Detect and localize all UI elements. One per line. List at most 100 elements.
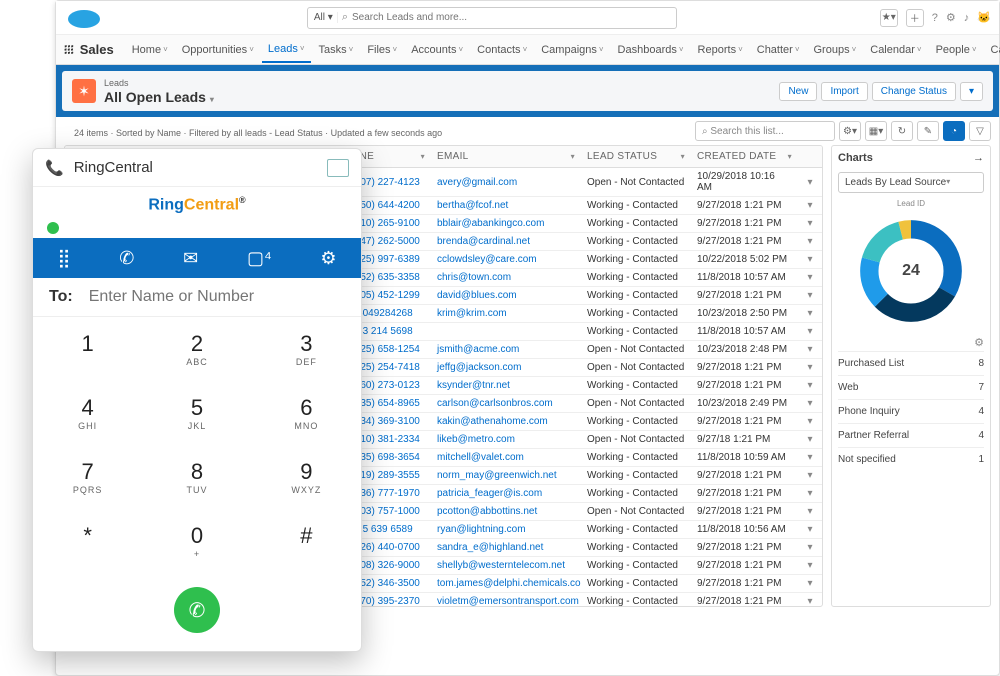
nav-tab-accounts[interactable]: Accounts ˅ (405, 37, 469, 63)
row-menu-icon[interactable]: ▾ (798, 215, 822, 232)
list-search[interactable]: ⌕ Search this list... (695, 121, 835, 141)
row-menu-icon[interactable]: ▾ (798, 539, 822, 556)
dial-input[interactable] (89, 288, 345, 306)
global-search[interactable]: All ▾ ⌕ (307, 7, 677, 29)
row-menu-icon[interactable]: ▾ (798, 323, 822, 340)
row-menu-icon[interactable]: ▾ (798, 341, 822, 358)
email-link[interactable]: ryan@lightning.com (431, 521, 581, 538)
list-settings-icon[interactable]: ⚙▾ (839, 121, 861, 141)
key-*[interactable]: * (33, 509, 142, 573)
key-0[interactable]: 0+ (142, 509, 251, 573)
listview-title[interactable]: All Open Leads (104, 89, 206, 105)
edit-inline-icon[interactable]: ✎ (917, 121, 939, 141)
email-link[interactable]: david@blues.com (431, 287, 581, 304)
dialpad-tab-icon[interactable]: ⣿ (57, 248, 70, 269)
row-menu-icon[interactable]: ▾ (798, 377, 822, 394)
call-button[interactable]: ✆ (174, 587, 220, 633)
row-menu-icon[interactable]: ▾ (798, 413, 822, 430)
email-link[interactable]: brenda@cardinal.net (431, 233, 581, 250)
email-link[interactable]: shellyb@westerntelecom.net (431, 557, 581, 574)
chart-toggle-icon[interactable]: ◔ (943, 121, 965, 141)
row-menu-icon[interactable]: ▾ (798, 269, 822, 286)
nav-tab-chatter[interactable]: Chatter ˅ (751, 37, 806, 63)
key-9[interactable]: 9WXYZ (252, 445, 361, 509)
filter-icon[interactable]: ▽ (969, 121, 991, 141)
row-menu-icon[interactable]: ▾ (798, 485, 822, 502)
email-link[interactable]: violetm@emersontransport.com (431, 593, 581, 606)
email-link[interactable]: krim@krim.com (431, 305, 581, 322)
chart-settings-icon[interactable]: ⚙ (974, 336, 984, 349)
add-icon[interactable]: ＋ (906, 9, 924, 27)
key-5[interactable]: 5JKL (142, 381, 251, 445)
video-tab-icon[interactable]: ▢⁴ (247, 248, 272, 269)
nav-tab-cases[interactable]: Cases ˅ (985, 37, 1000, 63)
row-menu-icon[interactable]: ▾ (798, 449, 822, 466)
help-icon[interactable]: ? (932, 12, 938, 24)
refresh-icon[interactable]: ↻ (891, 121, 913, 141)
app-launcher-icon[interactable]: ᎒᎒᎒ (64, 40, 74, 59)
nav-tab-people[interactable]: People ˅ (930, 37, 983, 63)
listview-switch-icon[interactable]: ▾ (210, 95, 214, 104)
key-7[interactable]: 7PQRS (33, 445, 142, 509)
new-button[interactable]: New (779, 82, 817, 101)
nav-tab-reports[interactable]: Reports ˅ (692, 37, 749, 63)
email-link[interactable]: ksynder@tnr.net (431, 377, 581, 394)
presence-indicator-icon[interactable] (47, 222, 59, 234)
nav-tab-calendar[interactable]: Calendar ˅ (864, 37, 927, 63)
key-2[interactable]: 2ABC (142, 317, 251, 381)
messages-tab-icon[interactable]: ✉ (183, 248, 198, 269)
email-link[interactable]: sandra_e@highland.net (431, 539, 581, 556)
chart-select[interactable]: Leads By Lead Source▾ (838, 172, 984, 193)
more-actions-button[interactable]: ▾ (960, 82, 983, 101)
avatar-icon[interactable]: 🐱 (977, 11, 991, 24)
row-menu-icon[interactable]: ▾ (798, 359, 822, 376)
email-link[interactable]: patricia_feager@is.com (431, 485, 581, 502)
row-menu-icon[interactable]: ▾ (798, 395, 822, 412)
key-6[interactable]: 6MNO (252, 381, 361, 445)
nav-tab-opportunities[interactable]: Opportunities ˅ (176, 37, 260, 63)
key-8[interactable]: 8TUV (142, 445, 251, 509)
row-menu-icon[interactable]: ▾ (798, 593, 822, 606)
row-menu-icon[interactable]: ▾ (798, 233, 822, 250)
row-menu-icon[interactable]: ▾ (798, 431, 822, 448)
key-1[interactable]: 1 (33, 317, 142, 381)
nav-tab-dashboards[interactable]: Dashboards ˅ (612, 37, 690, 63)
email-link[interactable]: norm_may@greenwich.net (431, 467, 581, 484)
nav-tab-tasks[interactable]: Tasks ˅ (313, 37, 360, 63)
email-link[interactable]: mitchell@valet.com (431, 449, 581, 466)
settings-tab-icon[interactable]: ⚙ (320, 248, 336, 269)
import-button[interactable]: Import (821, 82, 867, 101)
row-menu-icon[interactable]: ▾ (798, 575, 822, 592)
row-menu-icon[interactable]: ▾ (798, 557, 822, 574)
nav-tab-campaigns[interactable]: Campaigns ˅ (535, 37, 609, 63)
email-link[interactable]: bertha@fcof.net (431, 197, 581, 214)
email-link[interactable]: bblair@abankingco.com (431, 215, 581, 232)
row-menu-icon[interactable]: ▾ (798, 521, 822, 538)
email-link[interactable]: cclowdsley@care.com (431, 251, 581, 268)
email-link[interactable]: likeb@metro.com (431, 431, 581, 448)
row-menu-icon[interactable]: ▾ (798, 503, 822, 520)
key-#[interactable]: # (252, 509, 361, 573)
email-link[interactable]: avery@gmail.com (431, 168, 581, 196)
nav-tab-leads[interactable]: Leads ˅ (262, 37, 311, 63)
search-scope-select[interactable]: All ▾ (314, 12, 338, 23)
change-status-button[interactable]: Change Status (872, 82, 956, 101)
email-link[interactable] (431, 323, 581, 340)
calls-tab-icon[interactable]: ✆ (119, 248, 134, 269)
dialer-dock-icon[interactable] (327, 159, 349, 177)
email-link[interactable]: jeffg@jackson.com (431, 359, 581, 376)
global-search-input[interactable] (352, 12, 670, 23)
favorites-icon[interactable]: ★▾ (880, 9, 898, 27)
key-3[interactable]: 3DEF (252, 317, 361, 381)
row-menu-icon[interactable]: ▾ (798, 287, 822, 304)
display-as-icon[interactable]: ▦▾ (865, 121, 887, 141)
nav-tab-home[interactable]: Home ˅ (126, 37, 174, 63)
col-status[interactable]: LEAD STATUS▾ (581, 146, 691, 167)
col-email[interactable]: EMAIL▾ (431, 146, 581, 167)
key-4[interactable]: 4GHI (33, 381, 142, 445)
email-link[interactable]: carlson@carlsonbros.com (431, 395, 581, 412)
email-link[interactable]: kakin@athenahome.com (431, 413, 581, 430)
col-created[interactable]: CREATED DATE▾ (691, 146, 798, 167)
row-menu-icon[interactable]: ▾ (798, 251, 822, 268)
nav-tab-contacts[interactable]: Contacts ˅ (471, 37, 533, 63)
